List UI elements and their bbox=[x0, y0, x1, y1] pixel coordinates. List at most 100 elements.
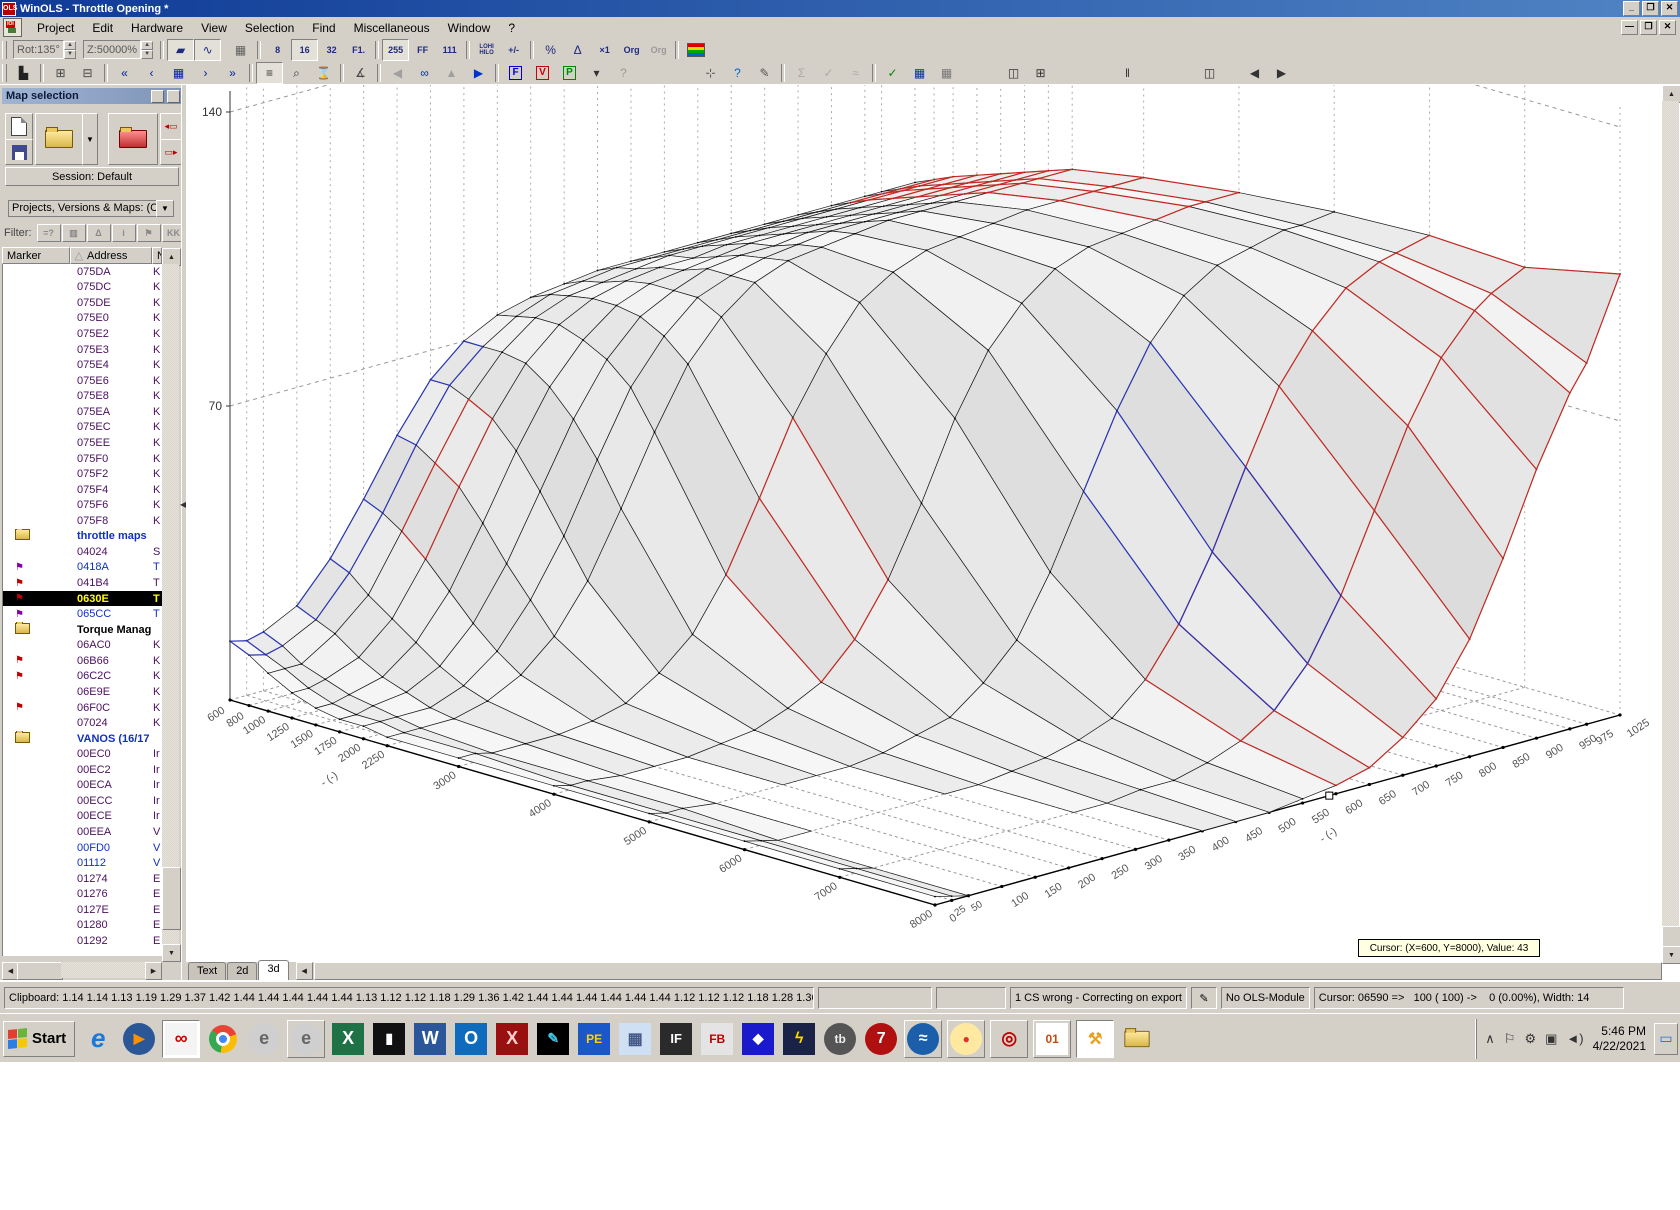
map-list-item[interactable]: 075E0K bbox=[3, 311, 163, 327]
map-list-item[interactable]: 01276E bbox=[3, 887, 163, 903]
view-curves-button[interactable]: ∿ bbox=[194, 39, 221, 61]
view-hscroll-thumb[interactable] bbox=[314, 962, 1662, 980]
map-list-item[interactable]: ⚑0418AT bbox=[3, 560, 163, 576]
scope-dropdown-arrow[interactable]: ▼ bbox=[156, 200, 174, 217]
open-project-dropdown[interactable]: ▼ bbox=[82, 113, 98, 165]
split-grid-button[interactable]: ⊞ bbox=[1027, 62, 1054, 84]
open-project-button[interactable] bbox=[35, 113, 83, 165]
chrome-taskbar-button[interactable] bbox=[205, 1021, 241, 1057]
map-list-item[interactable]: ⚑06C2CK bbox=[3, 669, 163, 685]
map-folder-row[interactable]: throttle maps bbox=[3, 529, 163, 545]
precision-8bit-button[interactable]: 8 bbox=[264, 39, 291, 61]
magic-hat-button[interactable]: ▙ bbox=[10, 62, 37, 84]
menu-project[interactable]: Project bbox=[28, 19, 83, 37]
tree-view-button[interactable]: ≡ bbox=[256, 62, 283, 84]
tab-text[interactable]: Text bbox=[188, 962, 226, 980]
map-list-item[interactable]: 075DEK bbox=[3, 295, 163, 311]
maximize-button[interactable]: ❐ bbox=[1642, 1, 1659, 16]
close-button[interactable]: ✕ bbox=[1661, 1, 1678, 16]
factor-button[interactable]: ×1 bbox=[591, 39, 618, 61]
split-horizontal-button[interactable]: ◫ bbox=[1000, 62, 1027, 84]
map-list-item[interactable]: 01292E bbox=[3, 933, 163, 949]
percent-button[interactable]: % bbox=[537, 39, 564, 61]
outlook-taskbar-button[interactable]: O bbox=[453, 1021, 489, 1057]
window-split-button[interactable]: ◫ bbox=[1196, 62, 1223, 84]
map-list-item[interactable]: ⚑065CCT bbox=[3, 606, 163, 622]
values-v-button[interactable]: V bbox=[529, 62, 556, 84]
first-map-button[interactable]: « bbox=[111, 62, 138, 84]
axes-3d-button[interactable]: ∡ bbox=[347, 62, 374, 84]
menu-window[interactable]: Window bbox=[439, 19, 500, 37]
antivirus-lock-taskbar-button[interactable]: ● bbox=[947, 1020, 985, 1058]
tab-2d[interactable]: 2d bbox=[227, 962, 257, 980]
context-help-button[interactable]: ? bbox=[724, 62, 751, 84]
next-map-button[interactable]: › bbox=[192, 62, 219, 84]
map-list-item[interactable]: 04024S bbox=[3, 544, 163, 560]
if-tool-taskbar-button[interactable]: IF bbox=[658, 1021, 694, 1057]
show-desktop-button[interactable]: ▭ bbox=[1654, 1023, 1678, 1055]
view-vscroll-thumb[interactable] bbox=[1662, 926, 1680, 948]
target-shield-taskbar-button[interactable]: ◎ bbox=[990, 1020, 1028, 1058]
minimize-button[interactable]: _ bbox=[1623, 1, 1640, 16]
view-vscrollbar[interactable] bbox=[1662, 101, 1679, 946]
column-marker[interactable]: Marker bbox=[2, 247, 70, 264]
map-list[interactable]: 075DAK075DCK075DEK075E0K075E2K075E3K075E… bbox=[2, 264, 163, 956]
wrench-taskbar-button[interactable]: ⚒ bbox=[1076, 1020, 1114, 1058]
import-upload-button[interactable]: ▲ bbox=[438, 62, 465, 84]
original-button[interactable]: Org bbox=[618, 39, 645, 61]
panel-pin-button[interactable] bbox=[151, 90, 164, 103]
menu-selection[interactable]: Selection bbox=[236, 19, 303, 37]
map-list-item[interactable]: 075F4K bbox=[3, 482, 163, 498]
tab-3d[interactable]: 3d bbox=[258, 960, 288, 980]
precision-32bit-button[interactable]: 32 bbox=[318, 39, 345, 61]
map-list-item[interactable]: 075E3K bbox=[3, 342, 163, 358]
map-list-item[interactable]: 01280E bbox=[3, 918, 163, 934]
precision-16bit-button[interactable]: 16 bbox=[291, 39, 318, 61]
cube01-taskbar-button[interactable]: 01 bbox=[1033, 1020, 1071, 1058]
collapse-chevron-icon[interactable]: ∧ bbox=[1485, 1031, 1495, 1047]
map-list-item[interactable]: ⚑06B66K bbox=[3, 653, 163, 669]
word-taskbar-button[interactable]: W bbox=[412, 1021, 448, 1057]
map-list-item[interactable]: 075F6K bbox=[3, 497, 163, 513]
menu-view[interactable]: View bbox=[192, 19, 236, 37]
table-check-button[interactable]: ✓ bbox=[879, 62, 906, 84]
map-list-item[interactable]: 075EEK bbox=[3, 435, 163, 451]
list-column-headers[interactable]: Marker △Address N bbox=[2, 247, 162, 264]
map-list-item[interactable]: ⚑041B4T bbox=[3, 575, 163, 591]
internet-explorer-taskbar-button[interactable]: e bbox=[80, 1021, 116, 1057]
precision-float-button[interactable]: F1. bbox=[345, 39, 372, 61]
clone-window-button[interactable]: ⊞ bbox=[47, 62, 74, 84]
zoom-spinner[interactable]: ▲▼ bbox=[141, 41, 153, 58]
back-button[interactable]: ◀ bbox=[384, 62, 411, 84]
checksum-sum-button[interactable]: Σ bbox=[788, 62, 815, 84]
surface-cursor-marker[interactable] bbox=[1326, 792, 1333, 799]
map-list-item[interactable]: 06E9EK bbox=[3, 684, 163, 700]
map-overview-button[interactable]: ▦ bbox=[165, 62, 192, 84]
rotation-field[interactable]: Rot:135° bbox=[13, 40, 64, 59]
map-folder-row[interactable]: Torque Manag bbox=[3, 622, 163, 638]
byte-order-button[interactable]: LOHI HILO bbox=[473, 39, 500, 61]
tile-windows-button[interactable]: ⊟ bbox=[74, 62, 101, 84]
xee-taskbar-button[interactable]: X bbox=[494, 1021, 530, 1057]
map-list-item[interactable]: 075DAK bbox=[3, 264, 163, 280]
table-blue-button[interactable]: ▦ bbox=[906, 62, 933, 84]
map-list-item[interactable]: 075E4K bbox=[3, 357, 163, 373]
panel-close-button[interactable] bbox=[167, 90, 180, 103]
view-surface-button[interactable]: ▰ bbox=[167, 39, 194, 61]
map-list-item[interactable]: 00EEAV bbox=[3, 824, 163, 840]
map-list-item[interactable]: 01274E bbox=[3, 871, 163, 887]
winols-autobahn-taskbar-button[interactable]: ∞ bbox=[162, 1020, 200, 1058]
map-list-item[interactable]: 0127EE bbox=[3, 902, 163, 918]
map-list-item[interactable]: 075ECK bbox=[3, 420, 163, 436]
checksum-ok-button[interactable]: ✓ bbox=[815, 62, 842, 84]
connector-button[interactable]: ⊹ bbox=[697, 62, 724, 84]
chip-fb-taskbar-button[interactable]: FB bbox=[699, 1021, 735, 1057]
flag-icon[interactable]: ⚐ bbox=[1504, 1031, 1516, 1047]
factors-f-button[interactable]: F bbox=[502, 62, 529, 84]
map-3d-view[interactable]: 7014060080010001250150017502000225030004… bbox=[186, 85, 1662, 962]
map-list-item[interactable]: 00FD0V bbox=[3, 840, 163, 856]
title-bar[interactable]: OLS WinOLS - Throttle Opening * _ ❐ ✕ bbox=[0, 0, 1680, 17]
map-list-item[interactable]: 00ECEIr bbox=[3, 809, 163, 825]
display-hex-button[interactable]: FF bbox=[409, 39, 436, 61]
map-list-item[interactable]: 06AC0K bbox=[3, 638, 163, 654]
